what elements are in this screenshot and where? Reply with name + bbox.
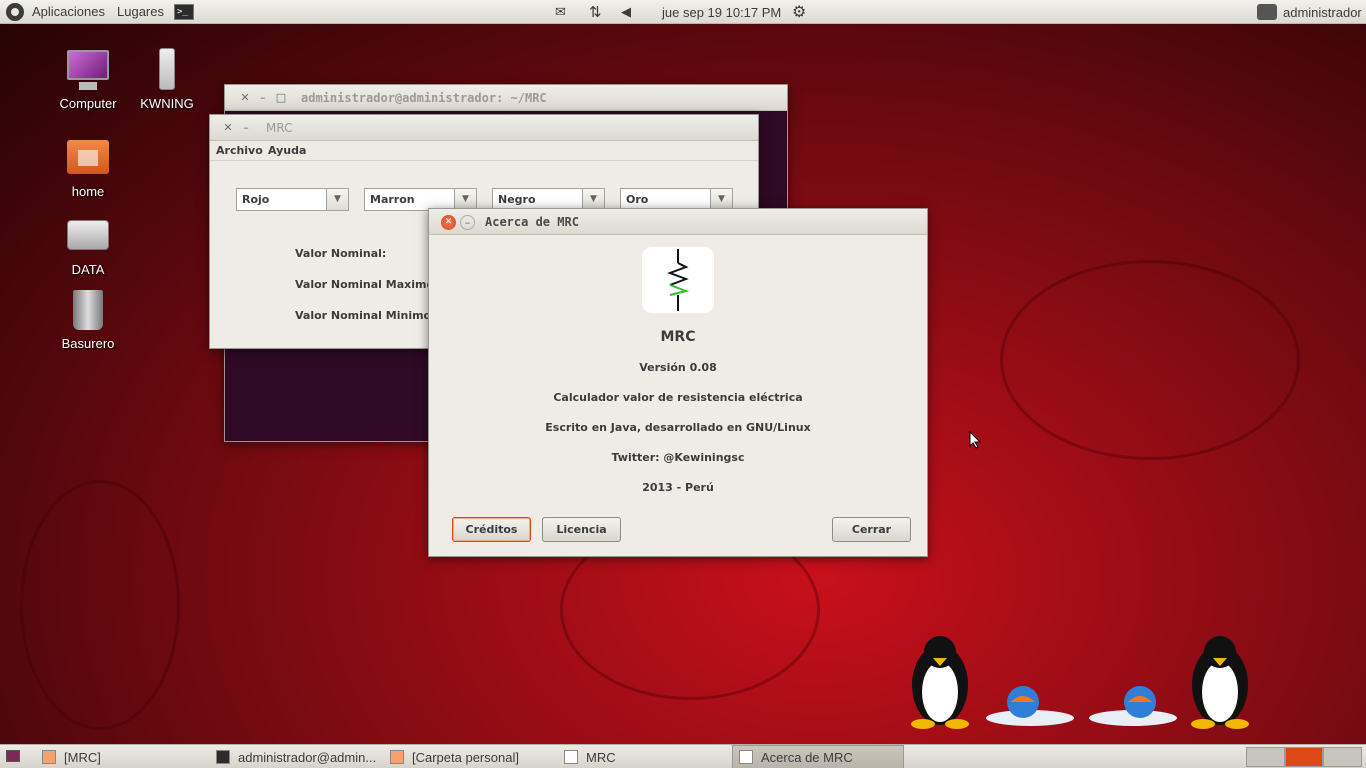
minimize-icon[interactable]: – (460, 215, 475, 230)
mrc-titlebar[interactable]: ✕ – MRC (210, 115, 758, 141)
menu-ayuda[interactable]: Ayuda (268, 144, 306, 157)
chevron-down-icon: ▼ (326, 189, 348, 210)
nominal-min-label: Valor Nominal Minimo: (295, 309, 436, 322)
desktop-icon-label: home (71, 184, 105, 199)
maximize-icon[interactable]: □ (275, 92, 287, 104)
band2-value: Marron (370, 193, 415, 206)
credits-button[interactable]: Créditos (452, 517, 531, 542)
usb-drive-icon (144, 48, 190, 94)
desktop-icon-trash[interactable]: Basurero (48, 288, 128, 351)
about-titlebar[interactable]: ✕ – Acerca de MRC (429, 209, 927, 235)
workspace-switcher[interactable] (1246, 747, 1363, 767)
wallpaper-swirl (1000, 260, 1300, 460)
hard-drive-icon (65, 214, 111, 260)
globe-right-icon (1088, 680, 1178, 726)
desktop-icon-label: KWNING (140, 96, 194, 111)
wallpaper-swirl (20, 480, 180, 730)
terminal-titlebar[interactable]: ✕ – □ administrador@administrador: ~/MRC (225, 85, 787, 111)
penguin-right-icon (1185, 630, 1255, 730)
network-icon[interactable]: ⇅ (589, 0, 602, 24)
chevron-down-icon: ▼ (710, 189, 732, 210)
taskbar-label: [Carpeta personal] (412, 749, 519, 765)
close-icon[interactable]: ✕ (239, 92, 251, 104)
bottom-panel: [MRC] administrador@admin... [Carpeta pe… (0, 744, 1366, 768)
user-menu[interactable]: administrador (1257, 0, 1362, 24)
minimize-icon[interactable]: – (257, 92, 269, 104)
about-copyright: 2013 - Perú (642, 481, 714, 494)
desktop-icon-data[interactable]: DATA (48, 214, 128, 277)
trash-icon (65, 288, 111, 334)
about-twitter: Twitter: @Kewiningsc (611, 451, 745, 464)
volume-icon[interactable]: ◀ (621, 0, 631, 24)
taskbar-item[interactable]: [MRC] (36, 745, 204, 768)
band1-combo[interactable]: Rojo ▼ (236, 188, 349, 211)
top-panel: Aplicaciones Lugares >_ ✉ ⇅ ◀ jue sep 19… (0, 0, 1366, 24)
resistor-logo-icon (642, 247, 714, 313)
resistor-icon (564, 750, 578, 764)
username: administrador (1283, 4, 1362, 20)
nominal-value-label: Valor Nominal: (295, 247, 387, 260)
about-dialog[interactable]: ✕ – Acerca de MRC MRC Versión 0.08 Calcu… (428, 208, 928, 557)
mrc-title: MRC (266, 121, 293, 135)
workspace-2[interactable] (1284, 747, 1324, 767)
close-icon[interactable]: ✕ (441, 215, 456, 230)
taskbar-label: MRC (586, 749, 616, 765)
terminal-launcher-icon[interactable]: >_ (173, 3, 194, 20)
band4-value: Oro (626, 193, 649, 206)
ubuntu-logo-icon[interactable] (6, 2, 24, 21)
applications-menu[interactable]: Aplicaciones (32, 4, 105, 19)
resistor-icon (739, 750, 753, 764)
about-title: Acerca de MRC (485, 215, 579, 229)
mouse-cursor-icon (969, 430, 982, 452)
taskbar-label: [MRC] (64, 749, 101, 765)
taskbar-label: administrador@admin... (238, 749, 377, 765)
mail-icon[interactable]: ✉ (555, 0, 566, 24)
close-icon[interactable]: ✕ (222, 122, 234, 134)
clock[interactable]: jue sep 19 10:17 PM (662, 0, 781, 24)
penguin-left-icon (905, 630, 975, 730)
chevron-down-icon: ▼ (582, 189, 604, 210)
taskbar-item[interactable]: MRC (558, 745, 728, 768)
home-folder-icon (65, 136, 111, 182)
license-button[interactable]: Licencia (542, 517, 621, 542)
band3-value: Negro (498, 193, 536, 206)
taskbar-item-active[interactable]: Acerca de MRC (732, 745, 904, 768)
about-app-name: MRC (660, 329, 696, 345)
computer-icon (65, 48, 111, 94)
nominal-max-label: Valor Nominal Maximo: (295, 278, 439, 291)
minimize-icon[interactable]: – (240, 122, 252, 134)
taskbar-label: Acerca de MRC (761, 749, 853, 765)
globe-left-icon (985, 680, 1075, 726)
chevron-down-icon: ▼ (454, 189, 476, 210)
folder-icon (390, 750, 404, 764)
desktop-icon-home[interactable]: home (48, 136, 128, 199)
workspace-1[interactable] (1246, 747, 1285, 767)
about-version: Versión 0.08 (639, 361, 717, 374)
desktop-icon-usb[interactable]: KWNING (127, 48, 207, 111)
about-description: Calculador valor de resistencia eléctric… (553, 391, 803, 404)
about-written: Escrito en Java, desarrollado en GNU/Lin… (545, 421, 811, 434)
terminal-icon (216, 750, 230, 764)
session-gear-icon[interactable]: ⚙ (792, 0, 806, 24)
terminal-title: administrador@administrador: ~/MRC (301, 91, 547, 105)
desktop-icon-computer[interactable]: Computer (48, 48, 128, 111)
show-desktop-icon[interactable] (6, 750, 20, 762)
desktop-icon-label: Basurero (61, 336, 115, 351)
desktop-icon-label: DATA (71, 262, 105, 277)
workspace-3[interactable] (1323, 747, 1363, 767)
places-menu[interactable]: Lugares (117, 4, 164, 19)
taskbar-item[interactable]: [Carpeta personal] (384, 745, 554, 768)
taskbar-item[interactable]: administrador@admin... (210, 745, 380, 768)
close-button[interactable]: Cerrar (832, 517, 911, 542)
menubar: Archivo Ayuda (210, 141, 758, 161)
menu-archivo[interactable]: Archivo (216, 144, 263, 157)
band1-value: Rojo (242, 193, 270, 206)
desktop-icon-label: Computer (59, 96, 117, 111)
chat-bubble-icon (1257, 4, 1277, 20)
folder-icon (42, 750, 56, 764)
